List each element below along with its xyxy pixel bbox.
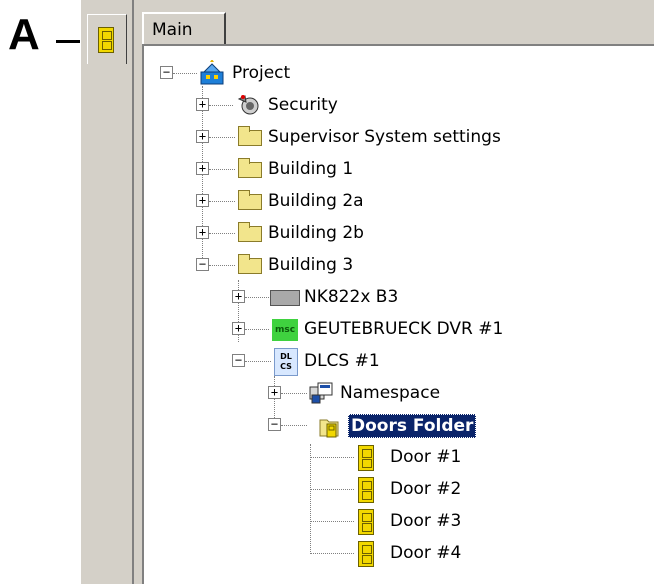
dlcs-icon-text-1: DL	[280, 352, 292, 361]
tree-item-door-2[interactable]: Door #2	[0, 474, 654, 506]
folder-icon	[238, 222, 262, 242]
collapse-icon[interactable]: −	[268, 418, 281, 431]
expand-icon[interactable]: +	[196, 194, 209, 207]
tree-item-project[interactable]: − Project	[0, 58, 654, 90]
doors-folder-icon	[319, 419, 339, 438]
door-icon	[358, 477, 374, 503]
folder-icon	[238, 126, 262, 146]
tree-item-geutebrueck[interactable]: + msc GEUTEBRUECK DVR #1	[0, 314, 654, 346]
expand-icon[interactable]: +	[196, 162, 209, 175]
tree-item-dlcs[interactable]: − DL CS DLCS #1	[0, 346, 654, 378]
tree-item-building-2b[interactable]: + Building 2b	[0, 218, 654, 250]
door-icon	[358, 541, 374, 567]
tree-item-door-4[interactable]: Door #4	[0, 538, 654, 570]
controller-icon	[270, 290, 300, 306]
tree-content: − Project + Security + Supervisor System…	[0, 0, 654, 584]
expand-icon[interactable]: +	[196, 226, 209, 239]
folder-icon	[238, 190, 262, 210]
tree-item-namespace[interactable]: + Namespace	[0, 378, 654, 410]
dlcs-icon-text-2: CS	[280, 362, 292, 371]
tree-item-building-3[interactable]: − Building 3	[0, 250, 654, 282]
tree-item-doors-folder[interactable]: − Doors Folder	[0, 410, 654, 442]
tree-item-building-1[interactable]: + Building 1	[0, 154, 654, 186]
namespace-icon	[309, 382, 333, 404]
collapse-icon[interactable]: −	[160, 66, 173, 79]
collapse-icon[interactable]: −	[232, 354, 245, 367]
tree-item-nk822x[interactable]: + NK822x B3	[0, 282, 654, 314]
expand-icon[interactable]: +	[196, 98, 209, 111]
tree-item-door-1[interactable]: Door #1	[0, 442, 654, 474]
collapse-icon[interactable]: −	[196, 258, 209, 271]
project-icon	[200, 60, 224, 85]
folder-icon	[238, 254, 262, 274]
tree-item-supervisor[interactable]: + Supervisor System settings	[0, 122, 654, 154]
msc-icon: msc	[272, 319, 298, 341]
tree-item-security[interactable]: + Security	[0, 90, 654, 122]
tree-item-building-2a[interactable]: + Building 2a	[0, 186, 654, 218]
expand-icon[interactable]: +	[232, 290, 245, 303]
expand-icon[interactable]: +	[196, 130, 209, 143]
folder-icon	[238, 158, 262, 178]
door-icon	[358, 445, 374, 471]
security-icon	[237, 95, 259, 115]
dlcs-icon: DL CS	[274, 348, 298, 376]
door-icon	[358, 509, 374, 535]
expand-icon[interactable]: +	[268, 386, 281, 399]
tree-item-door-3[interactable]: Door #3	[0, 506, 654, 538]
expand-icon[interactable]: +	[232, 322, 245, 335]
